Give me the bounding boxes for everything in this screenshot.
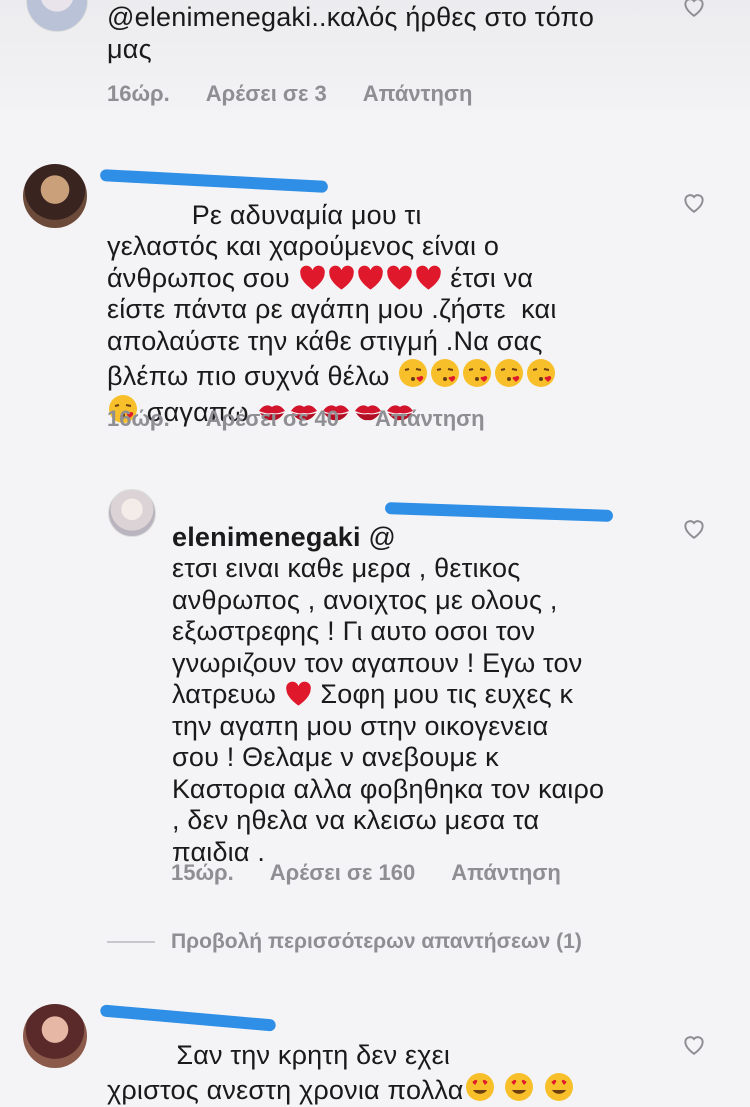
avatar[interactable]: [23, 1004, 87, 1068]
face-blowing-kiss-icon: [431, 359, 460, 387]
red-hearts: [298, 263, 443, 293]
comment-likes[interactable]: Αρέσει σε 3: [206, 81, 327, 107]
comment-meta: 16ώρ. Αρέσει σε 40 Απάντηση: [107, 406, 485, 432]
heart-eyes-face-icon: [544, 1073, 573, 1101]
like-heart-icon[interactable]: [681, 516, 707, 540]
face-blowing-kiss-icon: [495, 359, 524, 387]
face-blowing-kiss-icon: [399, 359, 428, 387]
comment-time: 16ώρ.: [107, 406, 170, 431]
red-heart-icon: [328, 265, 354, 290]
comment-text: Σαν την κρητη δεν εχει χριστος ανεστη χρ…: [107, 1008, 575, 1107]
comment-likes[interactable]: Αρέσει σε 160: [270, 860, 415, 886]
red-heart-icon: [386, 265, 412, 290]
view-more-replies[interactable]: Προβολή περισσότερων απαντήσεων (1): [107, 930, 582, 954]
heart-eyes-face-icon: [465, 1073, 494, 1101]
comment-likes[interactable]: Αρέσει σε 40: [206, 406, 339, 432]
reply-button[interactable]: Απάντηση: [375, 406, 485, 432]
reply-username[interactable]: elenimenegaki: [172, 522, 361, 552]
red-heart-icon: [415, 265, 441, 290]
red-heart-icon: [285, 681, 311, 706]
divider-line: [107, 941, 155, 943]
reply-text: elenimenegaki @ ετσι ειναι καθε μερα , θ…: [172, 521, 605, 867]
avatar[interactable]: [108, 489, 156, 537]
view-more-replies-label[interactable]: Προβολή περισσότερων απαντήσεων (1): [171, 930, 582, 954]
comment-meta: 15ώρ. Αρέσει σε 160 Απάντηση: [171, 860, 561, 886]
reply-mention[interactable]: @: [368, 522, 396, 552]
comment-meta: 16ώρ. Αρέσει σε 3 Απάντηση: [107, 81, 472, 107]
like-heart-icon[interactable]: [681, 190, 707, 214]
face-blowing-kiss-icon: [527, 359, 556, 387]
comment-time: 15ώρ.: [171, 860, 234, 885]
reply-button[interactable]: Απάντηση: [363, 81, 473, 107]
red-heart-icon: [357, 265, 383, 290]
avatar[interactable]: [23, 164, 87, 228]
comment-time: 16ώρ.: [107, 81, 170, 106]
comment-text: @elenimenegaki..καλός ήρθες στο τόπο μας: [107, 2, 595, 64]
kissing-faces: [397, 359, 557, 391]
like-heart-icon[interactable]: [681, 0, 707, 18]
comment-text: Ρε αδυναμία μου τι γελαστός και χαρούμεν…: [107, 199, 557, 427]
heart-eyes-face-icon: [505, 1073, 534, 1101]
reply-button[interactable]: Απάντηση: [451, 860, 561, 886]
like-heart-icon[interactable]: [681, 1032, 707, 1056]
face-blowing-kiss-icon: [463, 359, 492, 387]
red-heart-icon: [299, 265, 325, 290]
